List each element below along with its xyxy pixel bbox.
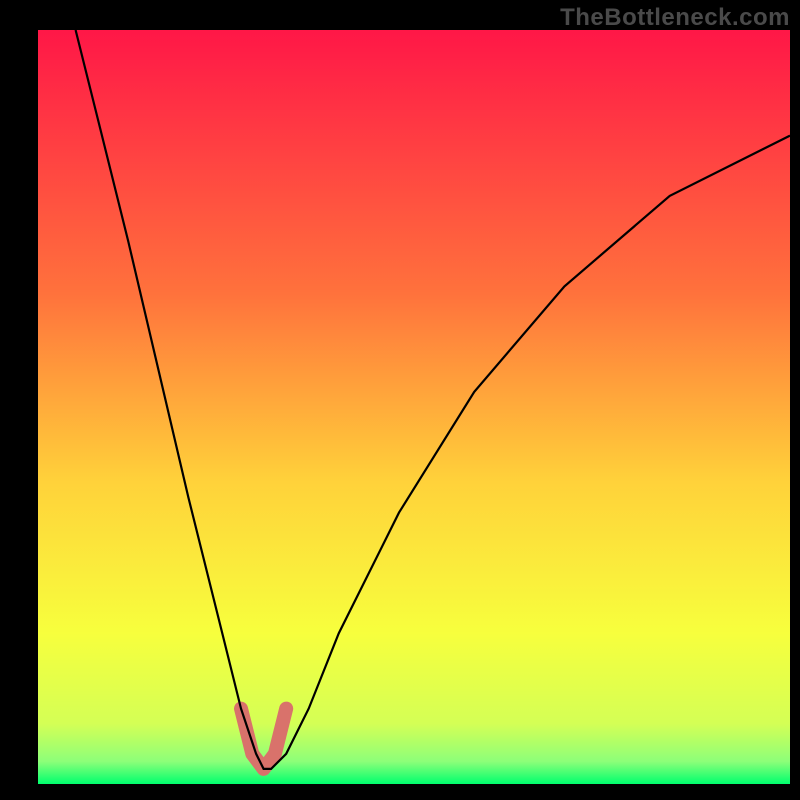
chart-stage: TheBottleneck.com bbox=[0, 0, 800, 800]
plot-background bbox=[38, 30, 790, 784]
watermark-text: TheBottleneck.com bbox=[560, 4, 790, 32]
plot-svg bbox=[0, 0, 800, 800]
